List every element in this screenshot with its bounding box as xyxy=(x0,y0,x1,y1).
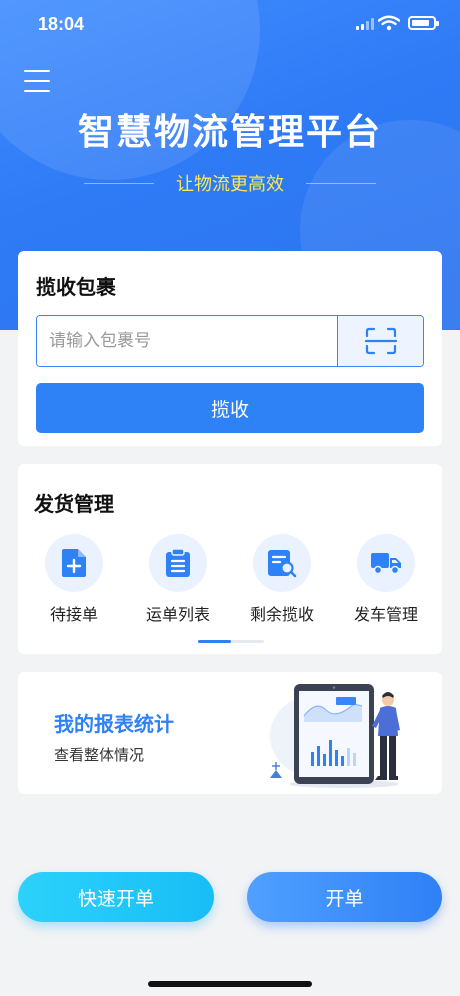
parcel-number-input[interactable] xyxy=(37,316,337,366)
add-document-icon xyxy=(62,549,86,577)
battery-icon xyxy=(408,16,439,30)
remaining-collection-item[interactable]: 剩余揽收 xyxy=(232,534,332,625)
waybill-list-item[interactable]: 运单列表 xyxy=(128,534,228,625)
dispatch-management-item[interactable]: 发车管理 xyxy=(336,534,436,625)
item-label: 运单列表 xyxy=(145,605,210,624)
status-time: 18:04 xyxy=(38,14,85,34)
parcel-input-group xyxy=(36,315,424,367)
document-search-icon xyxy=(268,550,297,578)
menu-icon[interactable] xyxy=(24,70,50,94)
icon-circle xyxy=(357,534,415,592)
report-subtitle: 查看整体情况 xyxy=(54,746,145,764)
report-illustration xyxy=(270,684,400,788)
item-label: 发车管理 xyxy=(353,605,418,624)
wifi-icon xyxy=(378,15,400,31)
app-title: 智慧物流管理平台 xyxy=(77,112,382,153)
slogan: 让物流更高效 xyxy=(176,174,284,195)
collect-parcel-card: 揽收包裹 揽收 xyxy=(18,251,442,446)
report-statistics-card[interactable]: 我的报表统计 查看整体情况 xyxy=(18,672,442,794)
scan-icon xyxy=(364,327,397,355)
item-label: 剩余揽收 xyxy=(249,605,314,624)
home-indicator xyxy=(148,981,312,987)
card-title: 发货管理 xyxy=(34,492,114,516)
collect-button[interactable]: 揽收 xyxy=(36,383,424,433)
card-title: 揽收包裹 xyxy=(36,275,116,299)
page-indicator xyxy=(198,640,264,643)
slogan-row: 让物流更高效 xyxy=(0,170,460,196)
item-label: 待接单 xyxy=(49,605,98,624)
signal-icon xyxy=(356,18,374,30)
report-title: 我的报表统计 xyxy=(54,712,174,736)
icon-circle xyxy=(149,534,207,592)
scan-button[interactable] xyxy=(337,316,423,366)
shipping-menu-grid: 待接单 运单列表 剩余揽收 发车管理 xyxy=(18,534,442,625)
shipping-management-card: 发货管理 待接单 运单列表 剩余揽收 发车管理 xyxy=(18,464,442,654)
divider xyxy=(306,182,376,184)
status-bar: 18:04 xyxy=(0,0,460,50)
pending-orders-item[interactable]: 待接单 xyxy=(24,534,124,625)
clipboard-list-icon xyxy=(166,548,190,577)
icon-circle xyxy=(45,534,103,592)
truck-icon xyxy=(371,553,401,575)
divider xyxy=(84,182,154,184)
open-order-button[interactable]: 开单 xyxy=(247,872,442,922)
quick-order-button[interactable]: 快速开单 xyxy=(18,872,214,922)
icon-circle xyxy=(253,534,311,592)
